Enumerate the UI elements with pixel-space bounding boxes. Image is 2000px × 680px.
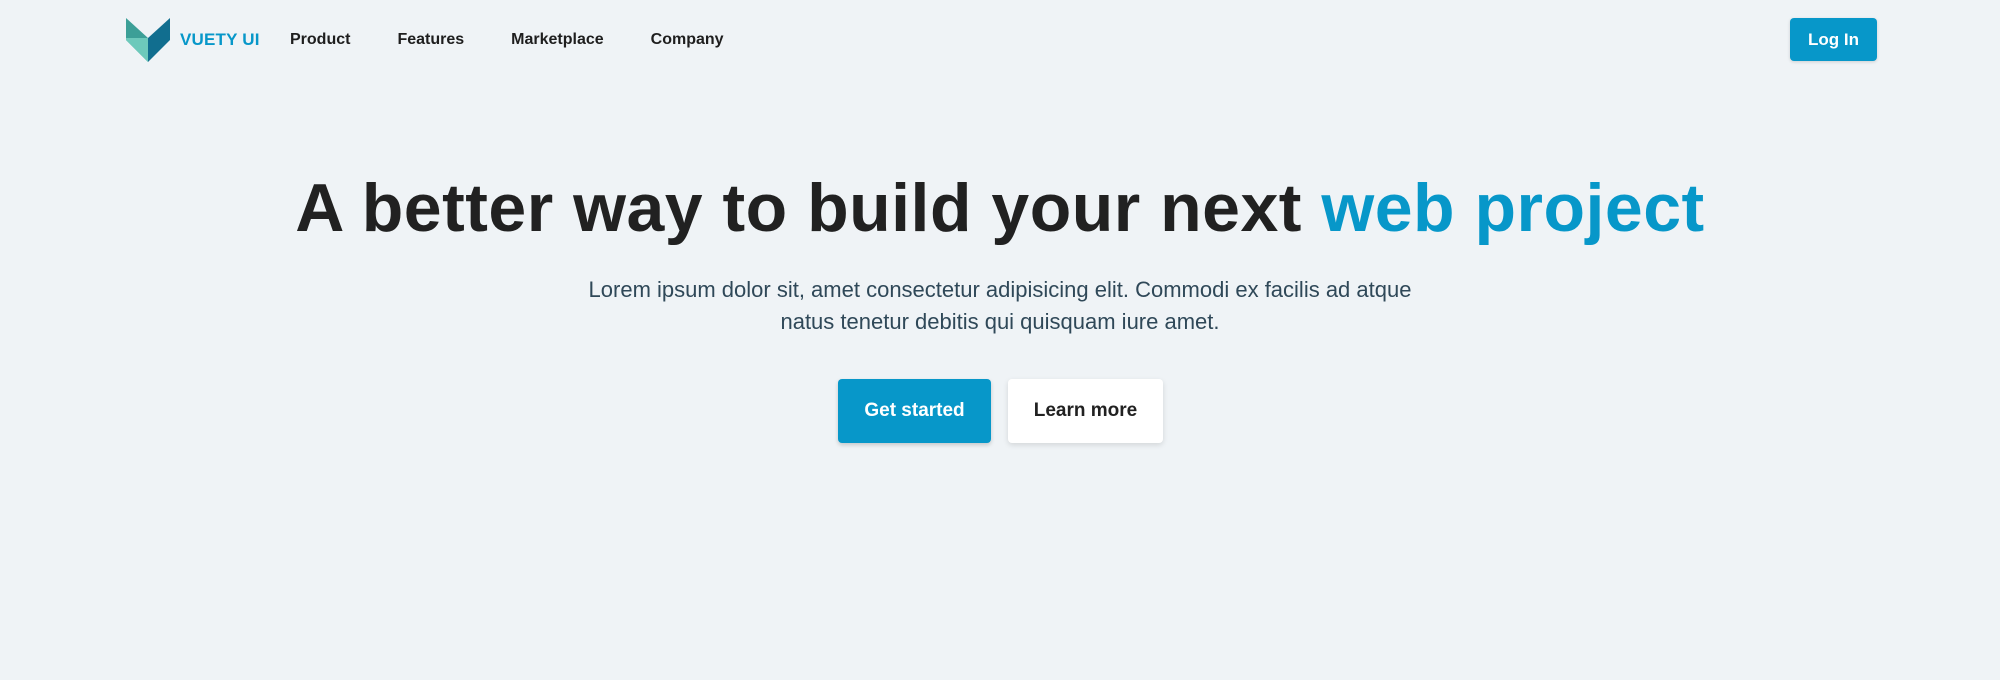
nav-item-features[interactable]: Features xyxy=(397,28,464,52)
brand-name: VUETY UI xyxy=(180,30,260,49)
get-started-button[interactable]: Get started xyxy=(838,379,991,443)
main-nav: Product Features Marketplace Company xyxy=(290,28,771,52)
top-navbar: VUETY UI Product Features Marketplace Co… xyxy=(0,0,2000,80)
hero-title-main: A better way to build your next xyxy=(295,170,1322,246)
hero-title: A better way to build your next web proj… xyxy=(0,168,2000,248)
brand[interactable]: VUETY UI xyxy=(126,18,260,62)
hero-actions: Get started Learn more xyxy=(838,379,1163,443)
learn-more-button[interactable]: Learn more xyxy=(1008,379,1163,443)
nav-item-company[interactable]: Company xyxy=(651,28,724,52)
nav-item-product[interactable]: Product xyxy=(290,28,350,52)
vuety-logo-icon xyxy=(126,18,170,62)
hero-subtitle: Lorem ipsum dolor sit, amet consectetur … xyxy=(588,277,1412,334)
login-button[interactable]: Log In xyxy=(1790,18,1877,61)
landing-page: VUETY UI Product Features Marketplace Co… xyxy=(0,0,2000,680)
nav-item-marketplace[interactable]: Marketplace xyxy=(511,28,604,52)
hero-title-highlight: web project xyxy=(1321,170,1705,246)
